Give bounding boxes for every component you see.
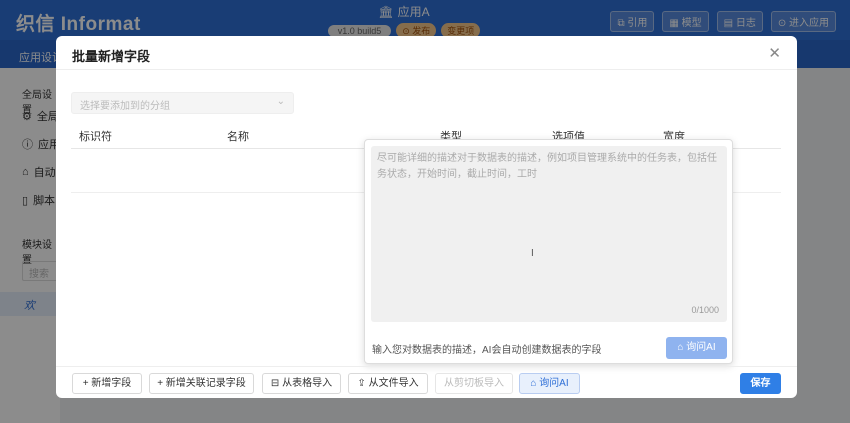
ai-icon: ⌂: [530, 378, 537, 389]
add-related-field-button[interactable]: + 新增关联记录字段: [149, 373, 254, 394]
modal-header: 批量新增字段 ✕: [56, 36, 797, 70]
save-button[interactable]: 保存: [740, 373, 781, 394]
add-field-button[interactable]: + 新增字段: [72, 373, 142, 394]
import-from-clipboard-button[interactable]: 从剪切板导入: [435, 373, 513, 394]
char-counter: 0/1000: [691, 305, 719, 315]
ai-icon: ⌂: [677, 342, 684, 353]
upload-icon: ⇪: [357, 378, 366, 389]
text-cursor-icon: I: [531, 248, 534, 259]
ai-hint-text: 输入您对数据表的描述，AI会自动创建数据表的字段: [372, 345, 602, 356]
batch-add-fields-dialog: 批量新增字段 ✕ 选择要添加到的分组 ⌄ 标识符 名称 类型 选项值 宽度 尽可…: [56, 36, 797, 398]
ask-ai-submit-button[interactable]: ⌂ 询问AI: [666, 337, 727, 359]
ai-description-textarea[interactable]: 尽可能详细的描述对于数据表的描述，例如项目管理系统中的任务表，包括任务状态，开始…: [371, 146, 727, 322]
group-select[interactable]: 选择要添加到的分组 ⌄: [71, 92, 294, 114]
close-icon[interactable]: ✕: [768, 44, 781, 62]
import-from-file-button[interactable]: ⇪ 从文件导入: [348, 373, 428, 394]
column-identifier: 标识符: [79, 131, 112, 143]
modal-footer: + 新增字段 + 新增关联记录字段 ⊟ 从表格导入 ⇪ 从文件导入 从剪切板导入…: [56, 366, 797, 398]
chevron-down-icon: ⌄: [276, 96, 285, 107]
column-name: 名称: [227, 131, 249, 143]
table-icon: ⊟: [270, 378, 280, 389]
modal-title: 批量新增字段: [72, 49, 151, 64]
ai-popover: 尽可能详细的描述对于数据表的描述，例如项目管理系统中的任务表，包括任务状态，开始…: [364, 139, 733, 364]
import-from-table-button[interactable]: ⊟ 从表格导入: [262, 373, 341, 394]
ask-ai-button[interactable]: ⌂ 询问AI: [519, 373, 580, 394]
